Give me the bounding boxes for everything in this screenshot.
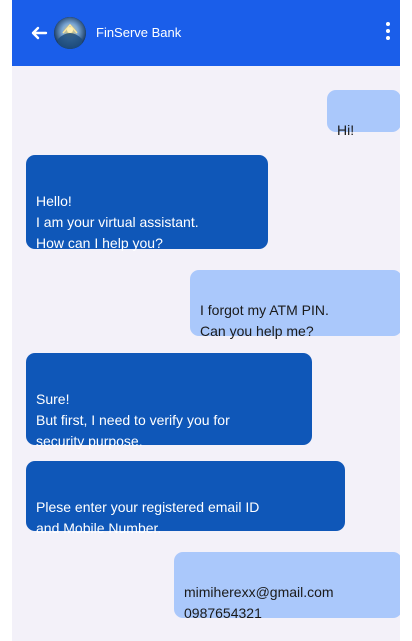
- message-text: Sure! But first, I need to verify you fo…: [36, 391, 230, 449]
- chat-screen: FinServe Bank Hi! Hello! I am your virtu…: [12, 0, 400, 641]
- message-text: Hi!: [337, 122, 355, 138]
- user-message-bubble: Hi!: [327, 90, 400, 138]
- bank-logo-avatar[interactable]: [54, 17, 86, 49]
- bot-message-bubble: Hello! I am your virtual assistant. How …: [26, 155, 268, 251]
- app-title: FinServe Bank: [96, 25, 182, 40]
- message-text: Hello! I am your virtual assistant. How …: [36, 193, 199, 251]
- message-text: I forgot my ATM PIN. Can you help me?: [200, 302, 329, 339]
- bot-message-bubble: Sure! But first, I need to verify you fo…: [26, 353, 312, 449]
- message-text: mimiherexx@gmail.com 0987654321: [184, 584, 334, 621]
- user-message-bubble: I forgot my ATM PIN. Can you help me?: [190, 270, 400, 339]
- message-text: Plese enter your registered email ID and…: [36, 499, 260, 536]
- arrow-left-icon[interactable]: [30, 24, 48, 42]
- chat-thread: Hi! Hello! I am your virtual assistant. …: [12, 66, 400, 641]
- bank-logo-icon: [54, 17, 86, 49]
- app-header: FinServe Bank: [12, 0, 400, 66]
- bot-message-bubble: Plese enter your registered email ID and…: [26, 461, 345, 536]
- user-message-bubble: mimiherexx@gmail.com 0987654321: [174, 552, 400, 621]
- more-vertical-icon[interactable]: [381, 20, 395, 42]
